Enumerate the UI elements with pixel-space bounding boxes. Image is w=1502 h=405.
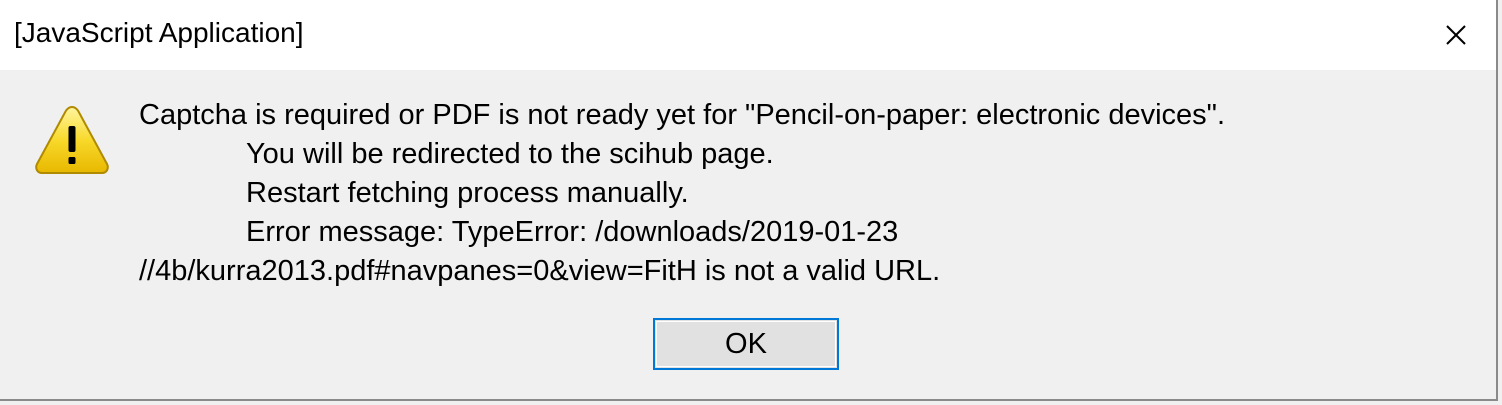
ok-button[interactable]: OK: [653, 318, 839, 370]
message-line: //4b/kurra2013.pdf#navpanes=0&view=FitH …: [139, 255, 941, 287]
message-line: Restart fetching process manually.: [246, 177, 689, 209]
title-bar[interactable]: [JavaScript Application]: [0, 0, 1496, 70]
message-line: Captcha is required or PDF is not ready …: [139, 99, 1226, 131]
close-icon: [1446, 25, 1466, 45]
alert-message: Captcha is required or PDF is not ready …: [139, 96, 1225, 291]
message-line: Error message: TypeError: /downloads/201…: [246, 216, 899, 248]
message-line: You will be redirected to the scihub pag…: [246, 138, 774, 170]
close-button[interactable]: [1416, 0, 1496, 70]
warning-icon: [35, 105, 109, 174]
javascript-alert-dialog: [JavaScript Application] Captcha is requ…: [0, 0, 1498, 401]
window-title: [JavaScript Application]: [14, 17, 304, 48]
